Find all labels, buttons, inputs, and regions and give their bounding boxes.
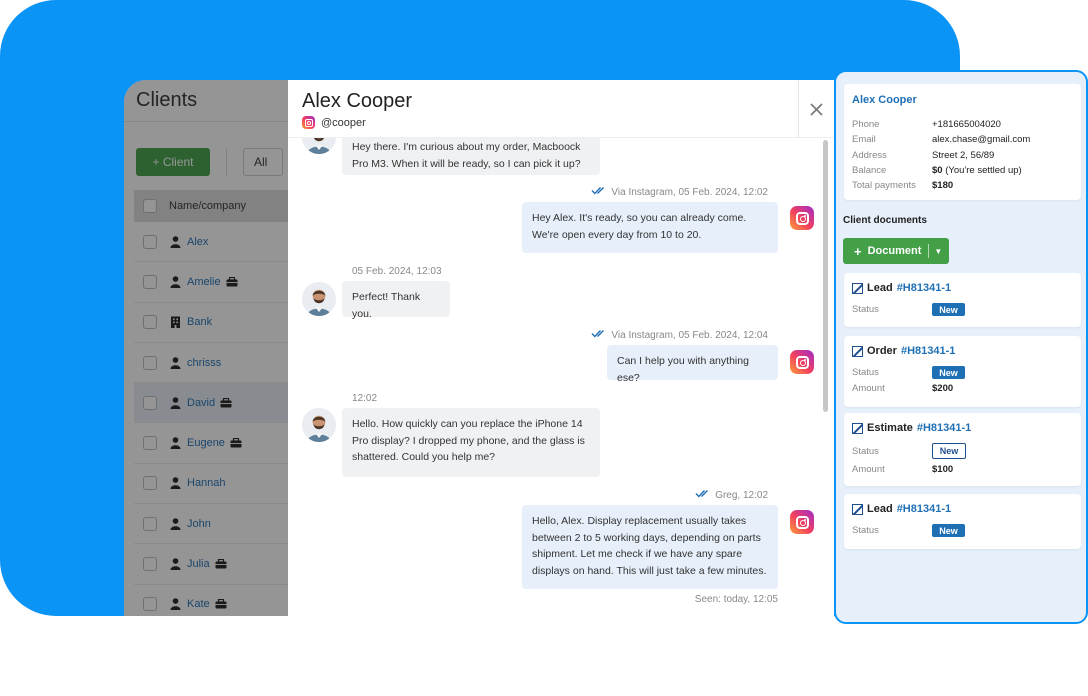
field-value-strong: $180 — [932, 180, 954, 192]
document-icon — [852, 282, 863, 294]
field-label: Address — [852, 149, 887, 161]
field-value-text: Street 2, 56/89 — [932, 149, 995, 161]
document-title: Lead #H81341-1 — [852, 282, 951, 294]
field-value: $180 — [932, 180, 953, 191]
document-type: Lead — [867, 503, 893, 515]
instagram-icon — [302, 116, 315, 129]
contact-name: Alex Cooper — [302, 90, 413, 112]
field-value: Street 2, 56/89 — [932, 150, 994, 161]
status-label: Status — [852, 304, 879, 315]
document-icon — [852, 345, 863, 357]
chevron-down-icon[interactable]: ▼ — [934, 247, 942, 256]
message-meta: Greg, 12:02 — [695, 489, 768, 501]
client-info-card: Alex Cooper Phone +181665004020 Email alex.… — [844, 84, 1081, 200]
field-value-strong: $0 — [932, 164, 943, 176]
seen-status: Seen: today, 12:05 — [694, 594, 778, 605]
status-label: Status — [852, 367, 879, 378]
document-title: Lead #H81341-1 — [852, 503, 951, 515]
close-button[interactable] — [798, 80, 834, 138]
document-button-label: Document — [867, 245, 922, 257]
contact-handle: @cooper — [302, 116, 366, 129]
field-label: Balance — [852, 164, 887, 176]
meta-text: Via Instagram, 05 Feb. 2024, 12:02 — [611, 186, 768, 198]
meta-text: Greg, 12:02 — [715, 489, 768, 501]
message-bubble: Hello, Alex. Display replacement usually… — [522, 505, 778, 589]
document-card[interactable]: Lead #H81341-1 Status New — [844, 494, 1081, 549]
field-label: Total payments — [852, 180, 916, 192]
document-card[interactable]: Lead #H81341-1 Status New — [844, 273, 1081, 327]
field-value-text: alex.chase@gmail.com — [932, 134, 1031, 146]
close-icon — [810, 102, 823, 116]
add-document-button[interactable]: + Document ▼ — [843, 238, 949, 264]
document-card[interactable]: Estimate #H81341-1 Status New Amount $100 — [844, 413, 1081, 486]
instagram-icon — [790, 206, 814, 230]
document-type: Estimate — [867, 422, 913, 434]
documents-title: Client documents — [843, 215, 927, 226]
status-badge: New — [932, 524, 965, 537]
amount-value: $100 — [932, 464, 954, 475]
button-divider — [928, 244, 930, 258]
meta-text: 05 Feb. 2024, 12:03 — [352, 266, 442, 277]
document-number-link[interactable]: #H81341-1 — [917, 422, 971, 434]
chat-header: Alex Cooper @cooper — [288, 80, 834, 138]
message-bubble: Perfect! Thank you. — [342, 281, 450, 320]
document-number-link[interactable]: #H81341-1 — [901, 345, 955, 357]
status-badge: New — [932, 366, 965, 379]
status-label: Status — [852, 446, 879, 457]
instagram-icon — [790, 510, 814, 534]
status-badge: New — [932, 303, 965, 316]
document-icon — [852, 422, 863, 434]
message-bubble: Hello. How quickly can you replace the i… — [342, 408, 600, 477]
field-label: Phone — [852, 119, 880, 130]
client-avatar — [302, 282, 336, 316]
instagram-icon — [790, 350, 814, 374]
document-icon — [852, 503, 863, 515]
message-meta: Via Instagram, 05 Feb. 2024, 12:04 — [591, 329, 768, 341]
double-check-icon — [695, 489, 711, 501]
plus-icon: + — [854, 243, 862, 259]
status-badge: New — [932, 443, 966, 459]
document-card[interactable]: Order #H81341-1 Status New Amount $200 — [844, 336, 1081, 407]
meta-text: Via Instagram, 05 Feb. 2024, 12:04 — [611, 329, 768, 341]
scrollbar-thumb[interactable] — [823, 140, 828, 412]
message-bubble: Can I help you with anything ese? — [607, 345, 778, 384]
document-number-link[interactable]: #H81341-1 — [897, 503, 951, 515]
double-check-icon — [591, 186, 607, 198]
message-meta: Via Instagram, 05 Feb. 2024, 12:02 — [591, 186, 768, 198]
message-meta: 05 Feb. 2024, 12:03 — [352, 266, 442, 277]
document-title: Estimate #H81341-1 — [852, 422, 971, 434]
document-number-link[interactable]: #H81341-1 — [897, 282, 951, 294]
field-value-text: (You're settled up) — [942, 164, 1022, 176]
message-meta: 12:02 — [352, 393, 377, 404]
amount-value: $200 — [932, 383, 954, 394]
field-value: $0 (You're settled up) — [932, 165, 1022, 176]
client-name-link[interactable]: Alex Cooper — [852, 94, 917, 106]
status-label: Status — [852, 525, 879, 536]
client-panel: Alex Cooper Phone +181665004020 Email alex.… — [834, 70, 1088, 624]
modal-overlay[interactable] — [124, 80, 294, 616]
document-type: Order — [867, 345, 897, 357]
double-check-icon — [591, 329, 607, 341]
meta-text: 12:02 — [352, 393, 378, 404]
chat-window: Hey there. I'm curious about my order, M… — [288, 80, 834, 616]
chat-scrollbar[interactable] — [821, 138, 829, 616]
amount-label: Amount — [852, 464, 885, 475]
document-title: Order #H81341-1 — [852, 345, 955, 357]
field-value-text: +181665004020 — [932, 119, 1001, 130]
message-bubble: Hey Alex. It's ready, so you can already… — [522, 202, 778, 253]
field-label: Email — [852, 134, 876, 146]
handle-text: @cooper — [321, 116, 366, 129]
amount-label: Amount — [852, 383, 885, 394]
field-value: alex.chase@gmail.com — [932, 134, 1030, 145]
document-type: Lead — [867, 282, 893, 294]
field-value: +181665004020 — [932, 119, 1001, 130]
client-avatar — [302, 408, 336, 442]
